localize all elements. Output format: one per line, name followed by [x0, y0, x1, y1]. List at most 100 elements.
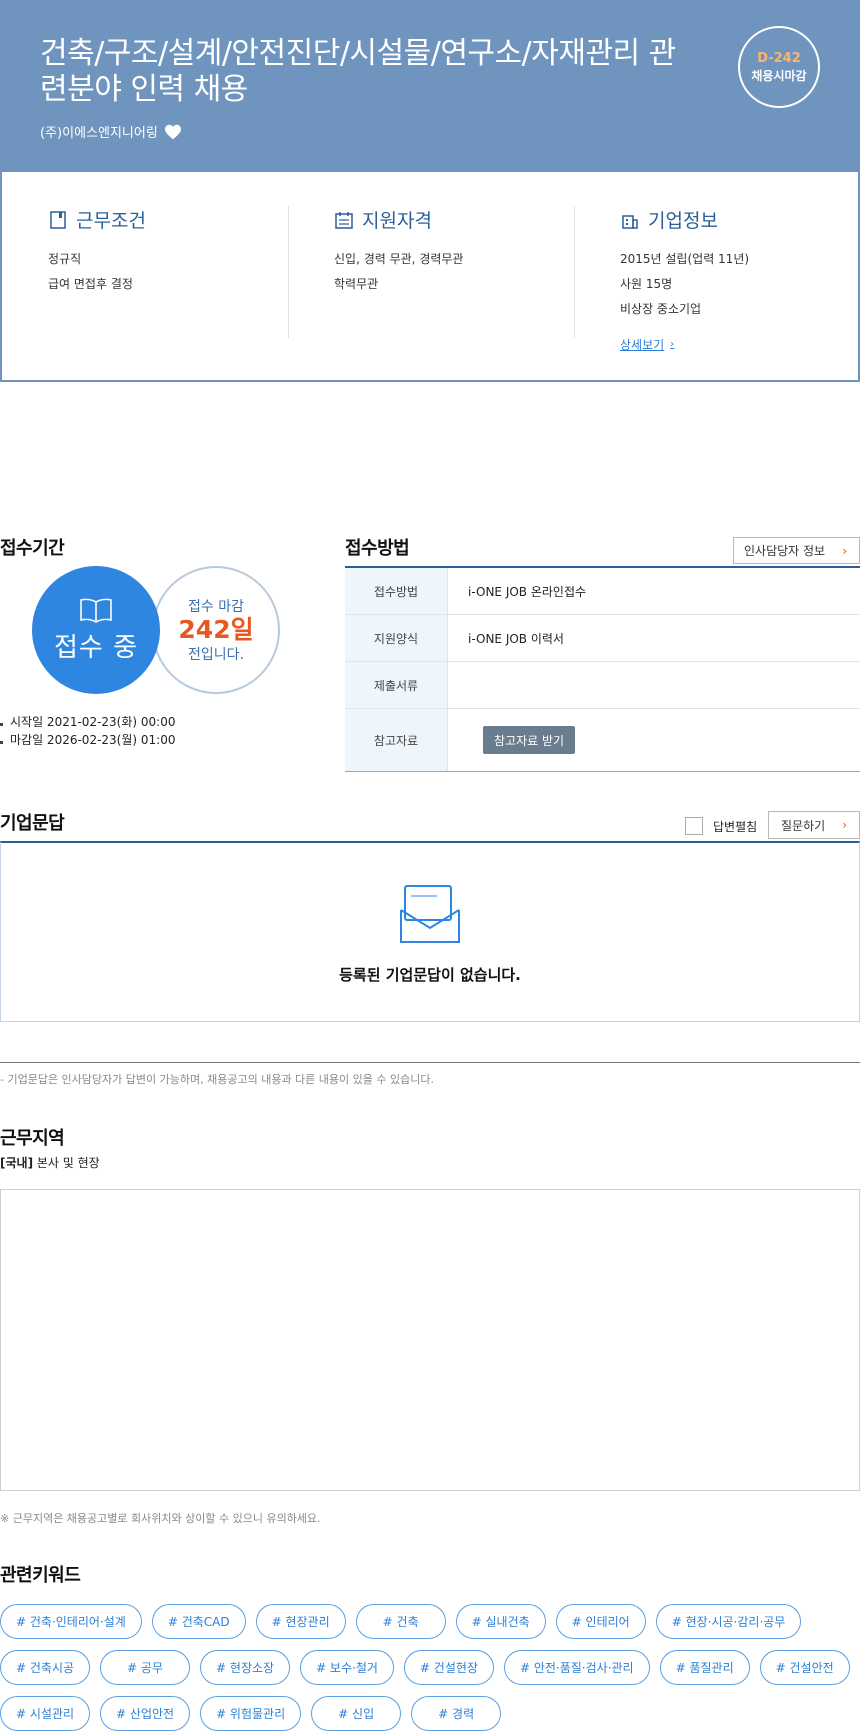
- dday-count: D-242: [757, 50, 801, 66]
- remaining-bottom: 전입니다.: [188, 647, 244, 663]
- row-label: 참고자료: [345, 709, 448, 771]
- work-conditions-heading: 근무조건: [48, 206, 288, 233]
- keyword-chip[interactable]: # 공무: [100, 1650, 191, 1685]
- keyword-row: # 건축시공 # 공무 # 현장소장 # 보수·철거 # 건설현장 # 안전·품질·검사·…: [0, 1650, 850, 1685]
- company-detail-link[interactable]: 상세보기 ›: [620, 336, 674, 353]
- divider: [574, 206, 575, 338]
- keyword-chip[interactable]: # 건축시공: [0, 1650, 91, 1685]
- qa-title: 기업문답: [0, 813, 65, 834]
- hr-contact-button[interactable]: 인사담당자 정보 ›: [733, 537, 860, 564]
- keyword-chip[interactable]: # 건축·인테리어·설계: [0, 1604, 142, 1639]
- row-value: i-ONE JOB 온라인접수: [468, 584, 587, 599]
- ask-question-label: 질문하기: [781, 818, 826, 833]
- company-info-heading: 기업정보: [620, 206, 860, 233]
- remaining-circle: 접수 마감 242일 전입니다.: [152, 566, 280, 694]
- row-label: 지원양식: [345, 615, 448, 661]
- end-date: 마감일 2026-02-23(월) 01:00: [0, 731, 175, 749]
- work-conditions: 근무조건 정규직 급여 면접후 결정: [48, 206, 288, 297]
- chevron-right-icon: ›: [670, 339, 675, 350]
- location-tag: [국내]: [0, 1156, 34, 1170]
- qualifications: 지원자격 신입, 경력 무관, 경력무관 학력무관: [334, 206, 574, 297]
- dday-label: 채용시마감: [751, 68, 807, 83]
- reference-download-button[interactable]: 참고자료 받기: [483, 726, 576, 754]
- keyword-chip[interactable]: # 신입: [311, 1696, 402, 1731]
- remaining-days: 242일: [178, 615, 254, 644]
- method-title: 접수방법: [345, 538, 410, 559]
- qualifications-heading: 지원자격: [334, 206, 574, 233]
- table-row: 제출서류: [345, 662, 860, 709]
- row-label: 제출서류: [345, 662, 448, 708]
- location-title: 근무지역: [0, 1128, 65, 1149]
- document-icon: [50, 210, 66, 229]
- divider: [0, 1062, 860, 1063]
- start-date: 시작일 2021-02-23(화) 00:00: [0, 713, 175, 731]
- company-detail-label: 상세보기: [620, 338, 665, 352]
- book-icon: [80, 598, 112, 623]
- location-text: [국내] 본사 및 현장: [0, 1154, 100, 1171]
- period-title: 접수기간: [0, 538, 65, 559]
- keyword-chip[interactable]: # 보수·철거: [300, 1650, 394, 1685]
- job-title: 건축/구조/설계/안전진단/시설물/연구소/자재관리 관련분야 인력 채용: [40, 36, 676, 107]
- row-value: 참고자료 받기: [448, 709, 860, 771]
- work-line-1: 정규직: [48, 252, 82, 266]
- row-value: [448, 662, 860, 708]
- qa-empty-message: 등록된 기업문답이 없습니다.: [339, 966, 521, 984]
- table-row: 지원양식 i-ONE JOB 이력서: [345, 615, 860, 662]
- keyword-chip[interactable]: # 경력: [411, 1696, 502, 1731]
- keyword-row: # 건축·인테리어·설계 # 건축CAD # 현장관리 # 건축 # 실내건축 # 인테리…: [0, 1604, 802, 1639]
- work-line-2: 급여 면접후 결정: [48, 277, 133, 291]
- expand-answers-toggle[interactable]: 답변펼침: [685, 817, 757, 835]
- table-row: 참고자료 참고자료 받기: [345, 709, 860, 771]
- keyword-chip[interactable]: # 건축: [355, 1604, 446, 1639]
- company-line-2: 사원 15명: [620, 277, 673, 291]
- heart-icon[interactable]: [164, 124, 182, 140]
- keyword-row: # 시설관리 # 산업안전 # 위험물관리 # 신입 # 경력: [0, 1696, 502, 1731]
- building-icon: [622, 214, 638, 229]
- job-summary: 근무조건 정규직 급여 면접후 결정 지원자격 신입, 경력 무관, 경력무관 …: [0, 172, 860, 382]
- company-line-3: 비상장 중소기업: [620, 302, 702, 316]
- keyword-chip[interactable]: # 위험물관리: [200, 1696, 302, 1731]
- divider: [288, 206, 289, 338]
- keyword-chip[interactable]: # 현장관리: [255, 1604, 346, 1639]
- keyword-chip[interactable]: # 현장·시공·감리·공무: [655, 1604, 802, 1639]
- qualifications-title: 지원자격: [362, 210, 432, 232]
- status-text: 접수 중: [53, 632, 139, 663]
- chevron-right-icon: ›: [842, 543, 847, 558]
- envelope-icon: [400, 885, 460, 943]
- keyword-chip[interactable]: # 산업안전: [100, 1696, 191, 1731]
- qa-note: - 기업문답은 인사담당자가 답변이 가능하며, 채용공고의 내용과 다른 내용…: [0, 1073, 434, 1086]
- chevron-right-icon: ›: [842, 818, 847, 832]
- keyword-chip[interactable]: # 품질관리: [659, 1650, 750, 1685]
- keyword-chip[interactable]: # 현장소장: [200, 1650, 291, 1685]
- qual-line-1: 신입, 경력 무관, 경력무관: [334, 252, 464, 266]
- company-name[interactable]: (주)이에스엔지니어링: [40, 122, 158, 141]
- keyword-chip[interactable]: # 시설관리: [0, 1696, 91, 1731]
- expand-answers-label: 답변펼침: [713, 819, 758, 834]
- location-map[interactable]: [0, 1189, 860, 1491]
- company-row: (주)이에스엔지니어링: [40, 122, 182, 141]
- method-table: 접수방법 i-ONE JOB 온라인접수 지원양식 i-ONE JOB 이력서 …: [345, 566, 860, 772]
- table-row: 접수방법 i-ONE JOB 온라인접수: [345, 568, 860, 615]
- calendar-icon: [335, 211, 353, 229]
- qual-line-2: 학력무관: [334, 277, 379, 291]
- location-note: ※ 근무지역은 채용공고별로 회사위치와 상이할 수 있으니 유의하세요.: [0, 1512, 321, 1525]
- keyword-chip[interactable]: # 건설현장: [403, 1650, 494, 1685]
- work-conditions-title: 근무조건: [76, 210, 146, 232]
- company-info-title: 기업정보: [648, 210, 718, 232]
- keyword-chip[interactable]: # 건축CAD: [151, 1604, 246, 1639]
- job-header: 건축/구조/설계/안전진단/시설물/연구소/자재관리 관련분야 인력 채용 (주…: [0, 0, 860, 172]
- location-place: 본사 및 현장: [33, 1156, 100, 1170]
- period-dates: 시작일 2021-02-23(화) 00:00 마감일 2026-02-23(월…: [0, 713, 175, 749]
- hr-contact-label: 인사담당자 정보: [744, 544, 826, 558]
- deadline-badge: D-242 채용시마감: [738, 26, 820, 108]
- row-value: i-ONE JOB 이력서: [468, 631, 564, 646]
- keyword-chip[interactable]: # 안전·품질·검사·관리: [503, 1650, 650, 1685]
- keyword-chip[interactable]: # 실내건축: [455, 1604, 546, 1639]
- expand-answers-checkbox[interactable]: [685, 817, 703, 835]
- company-line-1: 2015년 설립(업력 11년): [620, 252, 750, 266]
- status-circle: 접수 중: [32, 566, 160, 694]
- keyword-chip[interactable]: # 인테리어: [555, 1604, 646, 1639]
- remaining-top: 접수 마감: [188, 599, 244, 615]
- keyword-chip[interactable]: # 건설안전: [759, 1650, 850, 1685]
- ask-question-button[interactable]: 질문하기 ›: [768, 811, 860, 839]
